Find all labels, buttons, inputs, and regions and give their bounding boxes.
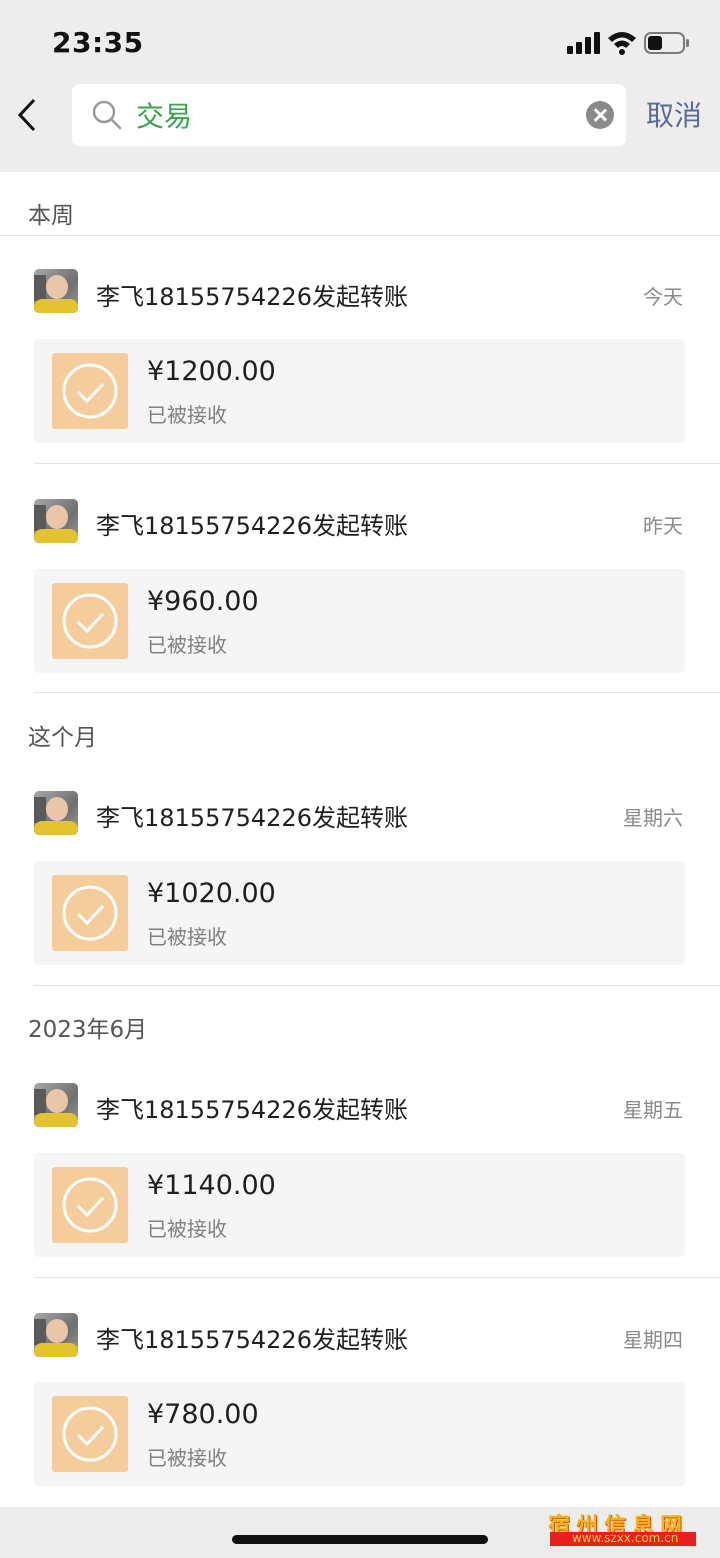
transfer-status: 已被接收 [147, 925, 227, 949]
section-header-this-week: 本周 [28, 203, 74, 229]
cancel-button[interactable]: 取消 [646, 94, 702, 134]
transaction-title: 李飞18155754226发起转账 [96, 804, 408, 832]
transfer-amount: ¥780.00 [147, 1399, 259, 1430]
transfer-card[interactable]: ¥1140.00 已被接收 [34, 1153, 685, 1257]
transfer-status: 已被接收 [147, 633, 227, 657]
battery-icon [644, 32, 689, 54]
transaction-title: 李飞18155754226发起转账 [96, 1096, 408, 1124]
avatar[interactable] [34, 499, 78, 543]
check-circle-icon [52, 353, 128, 429]
transaction-date: 星期五 [623, 1098, 683, 1122]
section-header-june-2023: 2023年6月 [28, 1017, 148, 1043]
transaction-date: 星期六 [623, 806, 683, 830]
divider [34, 463, 720, 464]
status-time: 23:35 [52, 26, 144, 59]
transfer-amount: ¥960.00 [147, 586, 259, 617]
avatar[interactable] [34, 269, 78, 313]
transaction-date: 今天 [643, 285, 683, 309]
transaction-date: 昨天 [643, 514, 683, 538]
watermark-url: www.szxx.com.cn [572, 1531, 679, 1545]
check-circle-icon [52, 875, 128, 951]
section-header-this-month: 这个月 [28, 725, 97, 751]
signal-icon [567, 32, 601, 54]
transfer-amount: ¥1200.00 [147, 356, 276, 387]
search-icon [92, 100, 122, 130]
transaction-title: 李飞18155754226发起转账 [96, 512, 408, 540]
search-bar[interactable] [72, 84, 626, 146]
transfer-status: 已被接收 [147, 1446, 227, 1470]
home-indicator[interactable] [232, 1535, 488, 1544]
avatar[interactable] [34, 791, 78, 835]
transfer-amount: ¥1140.00 [147, 1170, 276, 1201]
divider [34, 1277, 720, 1278]
check-circle-icon [52, 1167, 128, 1243]
wifi-icon [608, 32, 636, 55]
transfer-card[interactable]: ¥780.00 已被接收 [34, 1382, 685, 1486]
transaction-title: 李飞18155754226发起转账 [96, 283, 408, 311]
watermark-logo: 宿州信息网 www.szxx.com.cn [548, 1510, 698, 1550]
transaction-title: 李飞18155754226发起转账 [96, 1326, 408, 1354]
transfer-card[interactable]: ¥1020.00 已被接收 [34, 861, 685, 965]
check-circle-icon [52, 1396, 128, 1472]
transfer-status: 已被接收 [147, 1217, 227, 1241]
transfer-status: 已被接收 [147, 403, 227, 427]
divider [34, 692, 720, 693]
transaction-date: 星期四 [623, 1328, 683, 1352]
search-input[interactable] [136, 92, 576, 138]
transfer-card[interactable]: ¥1200.00 已被接收 [34, 339, 685, 443]
avatar[interactable] [34, 1083, 78, 1127]
transfer-amount: ¥1020.00 [147, 878, 276, 909]
divider [0, 235, 720, 236]
avatar[interactable] [34, 1313, 78, 1357]
check-circle-icon [52, 583, 128, 659]
back-chevron-icon[interactable] [14, 94, 44, 136]
clear-search-icon[interactable] [586, 101, 614, 129]
transfer-card[interactable]: ¥960.00 已被接收 [34, 569, 685, 673]
divider [34, 985, 720, 986]
